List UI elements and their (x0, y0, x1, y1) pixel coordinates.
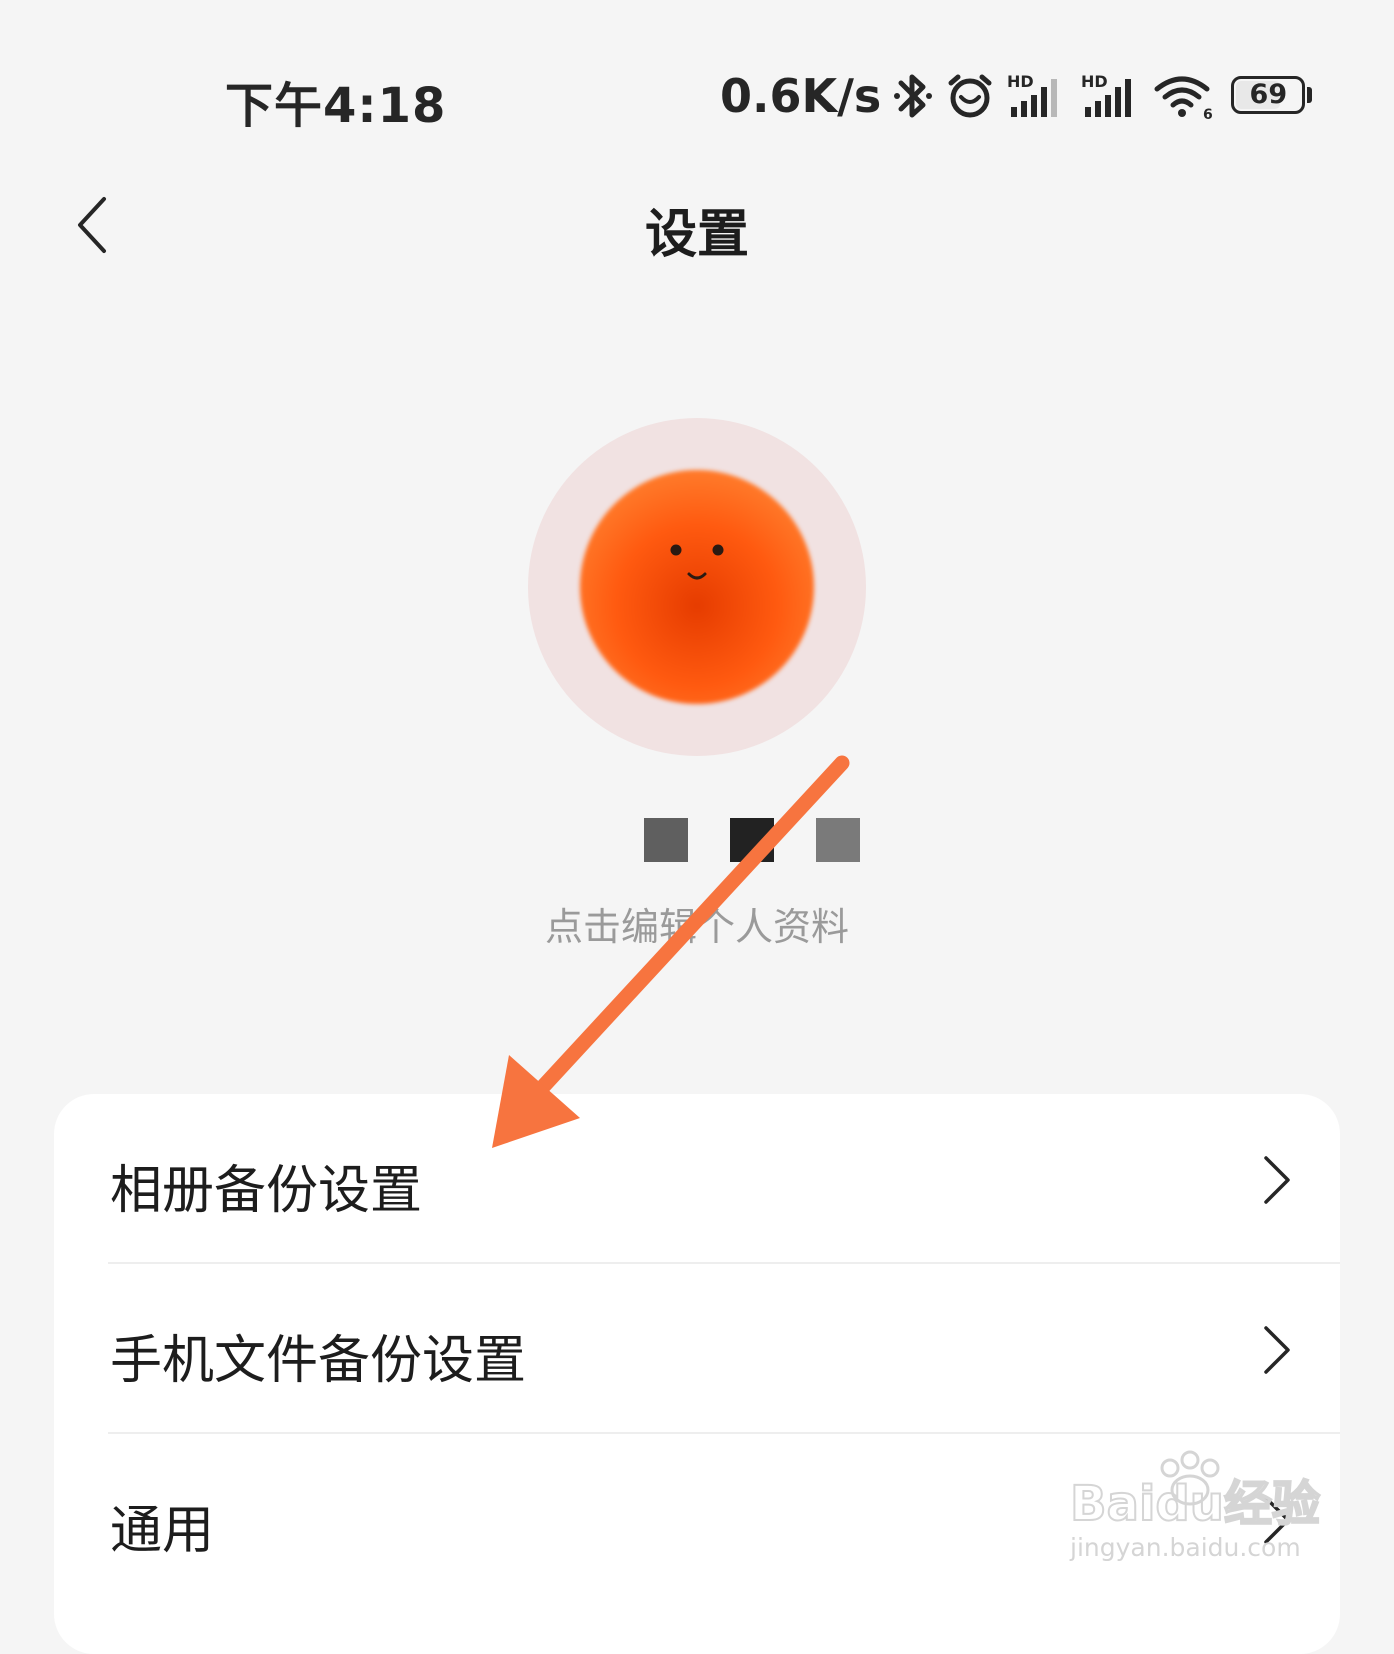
avatar-face-icon (670, 544, 724, 580)
status-time: 下午4:18 (225, 78, 447, 134)
chevron-right-icon (1264, 1496, 1290, 1544)
network-speed: 0.6K/s (720, 69, 882, 123)
nav-bar: 设置 (0, 180, 1394, 270)
status-icons: 0.6K/s HD HD 6 69 (720, 64, 1313, 128)
battery-icon: 69 (1231, 76, 1313, 116)
settings-item-general[interactable]: 通用 (54, 1434, 1340, 1604)
nickname[interactable] (644, 818, 860, 862)
settings-card: 相册备份设置 手机文件备份设置 通用 (54, 1094, 1340, 1654)
status-bar: 下午4:18 0.6K/s HD HD 6 69 (0, 0, 1394, 190)
settings-item-label: 通用 (110, 1501, 215, 1561)
battery-level: 69 (1249, 79, 1288, 110)
settings-item-label: 手机文件备份设置 (110, 1331, 527, 1391)
chevron-right-icon (1264, 1326, 1290, 1374)
wifi-icon: 6 (1153, 71, 1215, 121)
hd-signal-icon: HD (1079, 71, 1143, 121)
nickname-block (816, 818, 860, 862)
settings-item-label: 相册备份设置 (110, 1161, 423, 1221)
svg-text:HD: HD (1081, 72, 1108, 91)
edit-profile-link[interactable]: 点击编辑个人资料 (0, 896, 1394, 951)
hd-signal-icon: HD (1005, 71, 1069, 121)
svg-text:6: 6 (1203, 107, 1213, 121)
alarm-icon (945, 71, 995, 121)
nickname-block (644, 818, 688, 862)
settings-item-album-backup[interactable]: 相册备份设置 (54, 1094, 1340, 1264)
svg-text:HD: HD (1007, 72, 1034, 91)
settings-item-file-backup[interactable]: 手机文件备份设置 (54, 1264, 1340, 1434)
chevron-right-icon (1264, 1156, 1290, 1204)
bluetooth-icon (891, 69, 935, 123)
nickname-block (730, 818, 774, 862)
page-title: 设置 (644, 205, 749, 265)
